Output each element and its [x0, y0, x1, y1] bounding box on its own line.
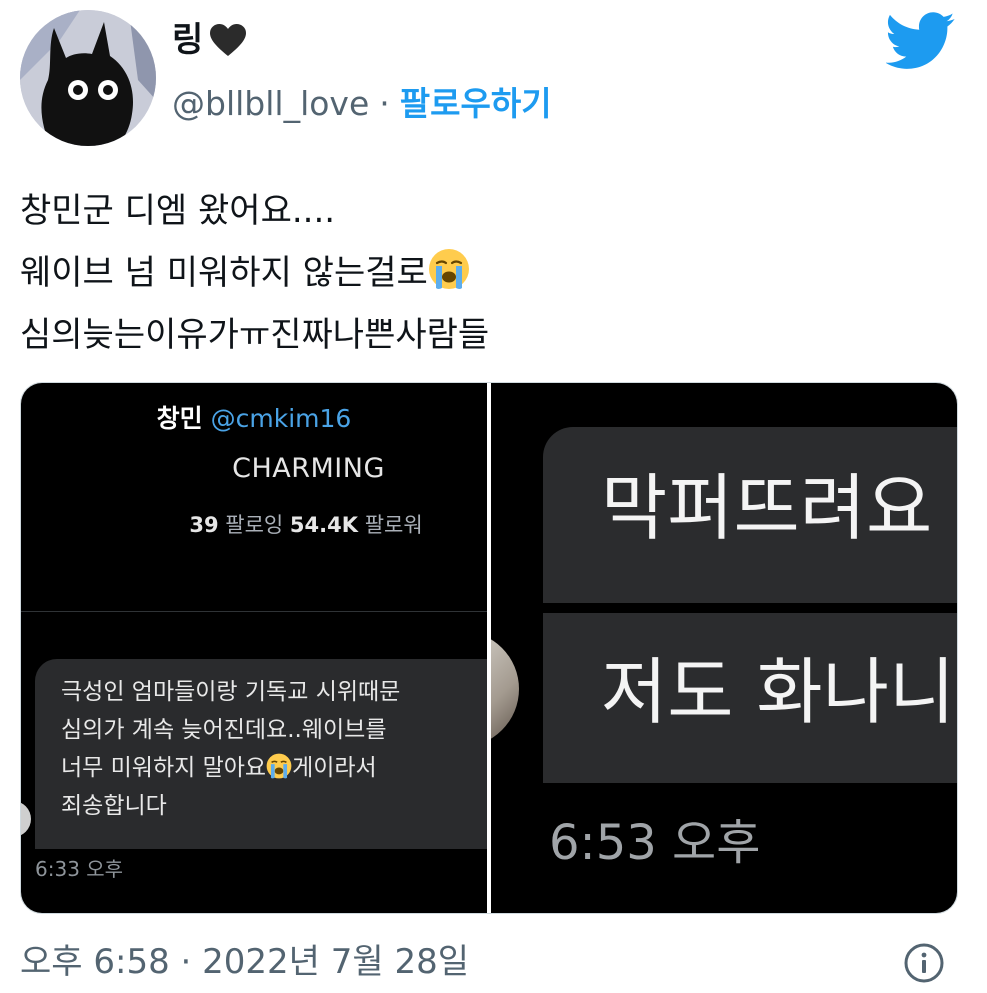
- following-count: 39: [189, 513, 219, 537]
- dm-profile-name: 창민: [156, 404, 203, 433]
- tweet-date: 2022년 7월 28일: [202, 942, 470, 982]
- tweet-line: 창민군 디엠 왔어요....: [20, 191, 336, 231]
- dm-message-line: 죄송합니다: [61, 793, 167, 819]
- sender-avatar: [21, 801, 31, 837]
- tweet-time: 오후 6:58: [20, 942, 170, 982]
- photo-right[interactable]: 막퍼뜨려요 저도 화나니 6:53 오후: [491, 383, 957, 913]
- info-icon[interactable]: [903, 942, 945, 984]
- followers-label: 팔로워: [364, 513, 423, 537]
- user-handle[interactable]: @bllbll_love: [172, 82, 369, 126]
- black-heart-icon: [210, 24, 247, 56]
- dm-message-line: 극성인 엄마들이랑 기독교 시위때문: [61, 679, 401, 705]
- tweet-line: 웨이브 넘 미워하지 않는걸로: [20, 242, 960, 304]
- divider: [21, 611, 487, 612]
- tweet-timestamp[interactable]: 오후 6:58 · 2022년 7월 28일: [20, 938, 469, 986]
- dm-message-line: 심의가 계속 늦어진데요..웨이브를: [61, 717, 387, 743]
- bubble-gap: [543, 603, 957, 613]
- loudly-crying-face-icon: [428, 249, 469, 289]
- dm-message-line: 너무 미워하지 말아요 게이라서: [61, 753, 377, 781]
- loudly-crying-face-icon: [266, 753, 292, 779]
- followers-count: 54.4K: [289, 513, 358, 537]
- dm-profile-header: 창민 @cmkim16: [21, 403, 487, 435]
- dm-profile-bio: CHARMING: [232, 453, 385, 484]
- dm-message-text: 극성인 엄마들이랑 기독교 시위때문 심의가 계속 늦어진데요..웨이브를 너무…: [61, 673, 487, 825]
- handle-row: @bllbll_love · 팔로우하기: [172, 82, 552, 126]
- tweet-text: 창민군 디엠 왔어요.... 웨이브 넘 미워하지 않는걸로 심의늦는이유가ㅠ진…: [20, 180, 960, 366]
- avatar-image: [20, 10, 156, 146]
- media-grid: 창민 @cmkim16 CHARMING 39 팔로잉 54.4K 팔로워 극성인…: [20, 382, 958, 914]
- following-label: 팔로잉: [225, 513, 284, 537]
- dm-message-time: 6:33 오후: [35, 857, 124, 881]
- photo-left[interactable]: 창민 @cmkim16 CHARMING 39 팔로잉 54.4K 팔로워 극성인…: [21, 383, 487, 913]
- tweet-line: 심의늦는이유가ㅠ진짜나쁜사람들: [20, 315, 490, 355]
- dm-message-time: 6:53 오후: [549, 815, 761, 871]
- dm-profile-handle: @cmkim16: [210, 404, 352, 433]
- dm-message-text: 저도 화나니: [601, 650, 956, 734]
- display-name[interactable]: 링: [172, 18, 203, 62]
- dm-profile-stats: 39 팔로잉 54.4K 팔로워: [21, 509, 487, 539]
- timestamp-separator: ·: [180, 942, 192, 982]
- avatar[interactable]: [20, 10, 156, 146]
- handle-separator: ·: [379, 84, 390, 123]
- display-name-row[interactable]: 링: [172, 18, 247, 62]
- follow-button[interactable]: 팔로우하기: [400, 82, 552, 126]
- twitter-bird-icon[interactable]: [886, 12, 956, 70]
- sender-avatar: [491, 631, 519, 747]
- dm-message-text: 막퍼뜨려요: [601, 466, 933, 550]
